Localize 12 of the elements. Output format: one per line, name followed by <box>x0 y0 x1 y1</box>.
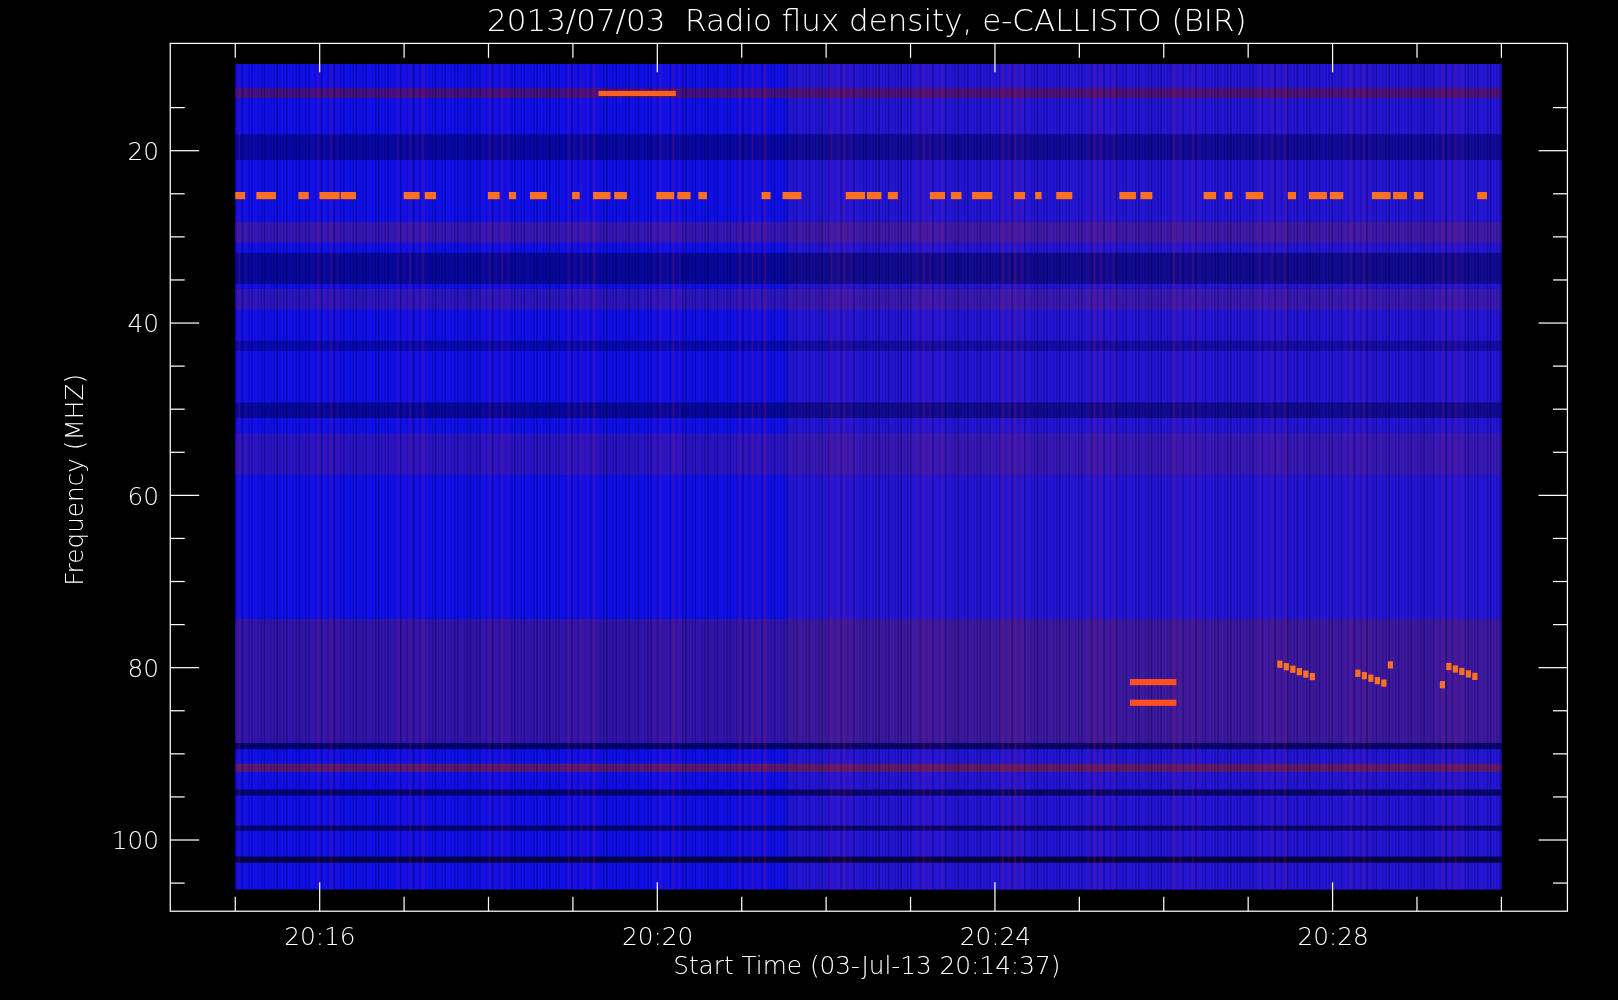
x-tick-label: 20:28 <box>1297 922 1369 952</box>
y-tick-label: 20 <box>127 137 159 166</box>
y-tick-label: 60 <box>127 481 159 511</box>
chart-title: 2013/07/03 Radio flux density, e-CALLISTO (BIR) <box>487 2 1247 38</box>
x-tick-label: 20:16 <box>284 922 356 952</box>
x-tick-label: 20:20 <box>621 922 694 952</box>
x-tick-label: 20:24 <box>959 922 1031 952</box>
y-axis-label: Frequency (MHZ) <box>59 373 89 586</box>
y-tick-label: 100 <box>111 826 159 856</box>
y-tick-label: 40 <box>127 309 159 339</box>
y-tick-label: 80 <box>127 653 159 683</box>
x-axis-label: Start Time (03-Jul-13 20:14:37) <box>673 951 1061 981</box>
